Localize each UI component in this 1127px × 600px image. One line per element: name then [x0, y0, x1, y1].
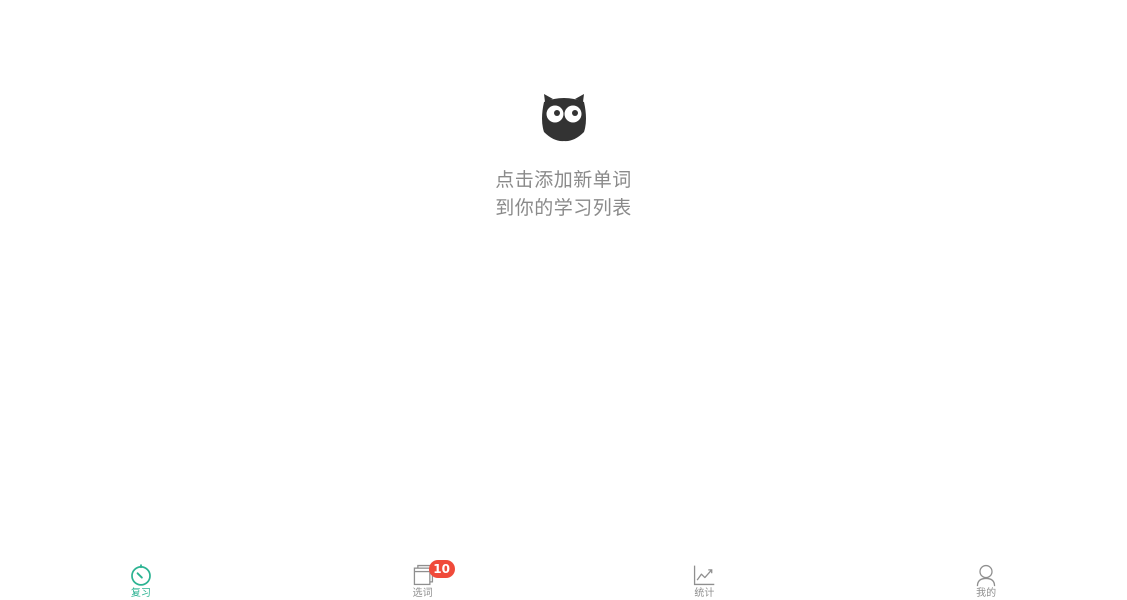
bottom-tab-bar: 复习 选词 10 统计 我的: [0, 560, 1127, 600]
owl-mascot-icon: [541, 94, 586, 142]
empty-state-line-2: 到你的学习列表: [495, 197, 632, 219]
tab-select-words-label: 选词: [412, 588, 433, 599]
tab-review-label: 复习: [130, 588, 151, 599]
tab-me[interactable]: 我的: [845, 560, 1127, 600]
line-chart-icon: [694, 565, 715, 586]
app-window: 点击添加新单词 到你的学习列表 复习 选词 10 统计 我的: [0, 0, 1127, 600]
tab-review[interactable]: 复习: [0, 560, 282, 600]
person-icon: [976, 564, 996, 587]
tab-me-label: 我的: [976, 588, 997, 599]
empty-state-add-words[interactable]: 点击添加新单词 到你的学习列表: [0, 90, 1127, 222]
empty-state-line-1: 点击添加新单词: [495, 169, 632, 191]
new-words-count-badge: 10: [428, 560, 455, 578]
empty-state-message: 点击添加新单词 到你的学习列表: [495, 166, 632, 222]
tab-select-words[interactable]: 选词 10: [282, 560, 564, 600]
tab-statistics-label: 统计: [694, 588, 715, 599]
timer-icon: [131, 564, 151, 586]
tab-statistics[interactable]: 统计: [564, 560, 846, 600]
